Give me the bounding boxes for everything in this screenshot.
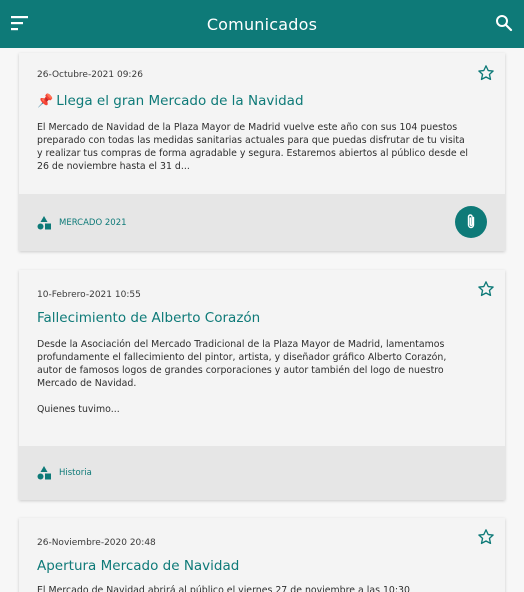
post-date: 26-Octubre-2021 09:26 xyxy=(37,70,143,80)
shapes-icon xyxy=(37,216,51,230)
post-excerpt: El Mercado de Navidad abrirá al público … xyxy=(37,585,410,592)
search-icon[interactable] xyxy=(494,13,514,33)
post-footer: Historia xyxy=(19,446,505,500)
page-title: Comunicados xyxy=(206,14,318,34)
post-date: 26-Noviembre-2020 20:48 xyxy=(37,538,156,548)
post-title[interactable]: Apertura Mercado de Navidad xyxy=(37,558,239,574)
announcement-card[interactable]: 10-Febrero-2021 10:55 Fallecimiento de A… xyxy=(19,270,505,500)
post-title[interactable]: 📌 Llega el gran Mercado de la Navidad xyxy=(37,93,304,109)
category-tag[interactable]: MERCADO 2021 xyxy=(37,216,127,230)
announcement-card[interactable]: 26-Octubre-2021 09:26 📌 Llega el gran Mer… xyxy=(19,53,505,251)
shapes-icon xyxy=(37,466,51,480)
paperclip-icon xyxy=(467,214,475,229)
announcement-card[interactable]: 26-Noviembre-2020 20:48 Apertura Mercado… xyxy=(19,518,505,592)
post-excerpt: Desde la Asociación del Mercado Tradicio… xyxy=(37,339,447,389)
post-footer: MERCADO 2021 xyxy=(19,194,505,251)
category-tag[interactable]: Historia xyxy=(37,466,92,480)
post-excerpt-continued: Quienes tuvimo... xyxy=(37,404,120,415)
favorite-star-icon[interactable] xyxy=(477,280,495,298)
favorite-star-icon[interactable] xyxy=(477,528,495,546)
app-header: Comunicados xyxy=(0,0,524,48)
menu-icon[interactable] xyxy=(10,13,30,33)
category-label: Historia xyxy=(59,468,92,478)
post-date: 10-Febrero-2021 10:55 xyxy=(37,290,141,300)
post-excerpt: El Mercado de Navidad de la Plaza Mayor … xyxy=(37,122,469,172)
announcements-feed[interactable]: 26-Octubre-2021 09:26 📌 Llega el gran Mer… xyxy=(0,48,524,592)
post-title-text: Llega el gran Mercado de la Navidad xyxy=(56,93,304,109)
favorite-star-icon[interactable] xyxy=(477,64,495,82)
post-title[interactable]: Fallecimiento de Alberto Corazón xyxy=(37,310,260,326)
attachment-button[interactable] xyxy=(455,206,487,238)
pushpin-icon: 📌 xyxy=(37,94,54,109)
category-label: MERCADO 2021 xyxy=(59,218,127,228)
